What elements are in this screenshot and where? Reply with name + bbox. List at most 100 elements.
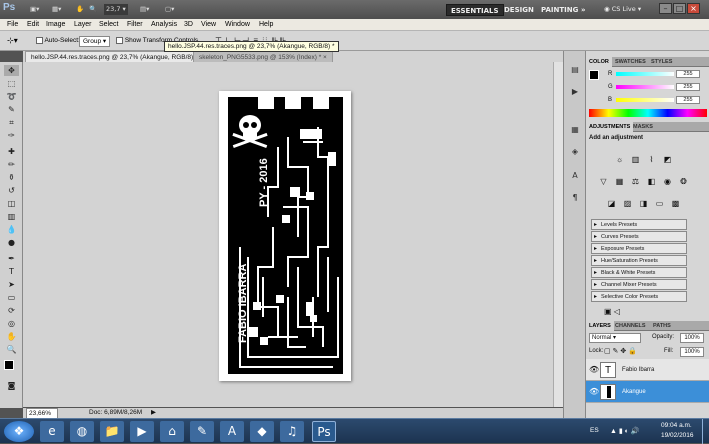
- photoshop-taskbar-icon[interactable]: Ps: [312, 421, 336, 442]
- channel-mixer-icon[interactable]: ❂: [678, 177, 689, 187]
- 3d-rotate-tool-icon[interactable]: ⟳: [4, 305, 19, 316]
- curves-icon[interactable]: ⌇: [646, 155, 657, 165]
- tab-styles[interactable]: STYLES: [648, 57, 675, 67]
- gradient-tool-icon[interactable]: ▥: [4, 211, 19, 222]
- layer-name[interactable]: Akangue: [622, 381, 646, 403]
- shape-tool-icon[interactable]: ▭: [4, 292, 19, 303]
- layer-row[interactable]: 👁 T Fabio Ibarra: [586, 359, 709, 381]
- eyedropper-tool-icon[interactable]: ✑: [4, 130, 19, 141]
- clone-stamp-tool-icon[interactable]: ⚱: [4, 172, 19, 183]
- red-gradient[interactable]: [616, 72, 674, 76]
- dodge-tool-icon[interactable]: ●: [4, 237, 19, 248]
- menu-edit[interactable]: Edit: [27, 19, 39, 31]
- quick-select-tool-icon[interactable]: ✎: [4, 104, 19, 115]
- lasso-tool-icon[interactable]: ➰: [4, 91, 19, 102]
- cs-live-button[interactable]: ◉ CS Live ▾: [604, 4, 641, 15]
- crop-tool-icon[interactable]: ⌗: [4, 117, 19, 128]
- brush-tool-icon[interactable]: ✏: [4, 159, 19, 170]
- tab-swatches[interactable]: SWATCHES: [612, 57, 649, 67]
- brightness-contrast-icon[interactable]: ☼: [614, 155, 625, 165]
- close-button[interactable]: ×: [687, 3, 700, 14]
- move-tool-icon[interactable]: ✥: [4, 65, 19, 76]
- menu-3d[interactable]: 3D: [184, 19, 193, 31]
- blue-value-input[interactable]: 255: [676, 96, 700, 104]
- menu-select[interactable]: Select: [99, 19, 118, 31]
- path-selection-tool-icon[interactable]: ➤: [4, 279, 19, 290]
- arrange-documents-icon[interactable]: ▤▾: [140, 4, 149, 15]
- blue-slider[interactable]: B 255: [608, 96, 708, 104]
- red-value-input[interactable]: 255: [676, 70, 700, 78]
- red-slider[interactable]: R 255: [608, 70, 708, 78]
- menu-filter[interactable]: Filter: [127, 19, 143, 31]
- preset-curves[interactable]: Curves Presets: [591, 231, 687, 242]
- paragraph-panel-icon[interactable]: ¶: [568, 193, 582, 204]
- type-tool-icon[interactable]: T: [4, 266, 19, 277]
- menu-layer[interactable]: Layer: [74, 19, 92, 31]
- minimize-button[interactable]: –: [659, 3, 672, 14]
- visibility-eye-icon[interactable]: 👁: [589, 381, 599, 403]
- language-indicator[interactable]: ES: [590, 427, 599, 434]
- invert-icon[interactable]: ◪: [606, 199, 617, 209]
- status-menu-arrow-icon[interactable]: ▶: [151, 408, 156, 418]
- black-white-icon[interactable]: ◧: [646, 177, 657, 187]
- healing-brush-tool-icon[interactable]: ✚: [4, 146, 19, 157]
- marquee-tool-icon[interactable]: ⬚: [4, 78, 19, 89]
- sketchup-icon[interactable]: ◆: [250, 421, 274, 442]
- auto-select-toggle[interactable]: Auto-Select:: [36, 36, 80, 45]
- bridge-icon[interactable]: ▣▾: [30, 4, 39, 15]
- green-slider[interactable]: G 255: [608, 83, 708, 91]
- opacity-input[interactable]: 100%: [680, 333, 704, 343]
- vertical-scrollbar[interactable]: [553, 62, 563, 407]
- photo-filter-icon[interactable]: ◉: [662, 177, 673, 187]
- auto-select-dropdown[interactable]: Group ▾: [79, 36, 111, 47]
- eraser-tool-icon[interactable]: ◫: [4, 198, 19, 209]
- history-panel-icon[interactable]: ▤: [568, 65, 582, 76]
- start-button-icon[interactable]: ❖: [4, 421, 34, 442]
- internet-explorer-icon[interactable]: e: [40, 421, 64, 442]
- threshold-icon[interactable]: ◨: [638, 199, 649, 209]
- tab-paths[interactable]: PATHS: [650, 321, 674, 331]
- preset-selective-color[interactable]: Selective Color Presets: [591, 291, 687, 302]
- quick-mask-icon[interactable]: ◙: [4, 380, 19, 391]
- pen-tool-icon[interactable]: ✒: [4, 253, 19, 264]
- navigator-icon[interactable]: ◈: [568, 147, 582, 158]
- show-desktop-button[interactable]: [702, 419, 709, 444]
- app-icon[interactable]: ⌂: [160, 421, 184, 442]
- show-transform-checkbox[interactable]: [116, 36, 123, 44]
- clock-date[interactable]: 19/02/2016: [661, 432, 694, 439]
- move-tool-preset-icon[interactable]: ⊹▾: [7, 36, 18, 45]
- auto-select-checkbox[interactable]: [36, 36, 43, 44]
- levels-icon[interactable]: ▥: [630, 155, 641, 165]
- workspace-design-button[interactable]: DESIGN: [500, 4, 538, 16]
- fill-input[interactable]: 100%: [680, 347, 704, 357]
- green-gradient[interactable]: [616, 85, 674, 89]
- document-tab-inactive[interactable]: skeleton_PNG5533.png @ 153% (Index) * ×: [193, 51, 333, 62]
- preset-channel-mixer[interactable]: Channel Mixer Presets: [591, 279, 687, 290]
- menu-file[interactable]: File: [7, 19, 18, 31]
- adjustment-footer-icons[interactable]: ▣ ◁: [604, 307, 620, 316]
- hue-saturation-icon[interactable]: ▦: [614, 177, 625, 187]
- blue-gradient[interactable]: [616, 98, 674, 102]
- zoom-level-control[interactable]: 23,7 ▾: [104, 4, 128, 15]
- menu-view[interactable]: View: [201, 19, 216, 31]
- selective-color-icon[interactable]: ▩: [670, 199, 681, 209]
- document-canvas[interactable]: FABIO IBARRA PY - 2016: [219, 91, 351, 381]
- gradient-map-icon[interactable]: ▭: [654, 199, 665, 209]
- media-player-icon[interactable]: ▶: [130, 421, 154, 442]
- autocad-icon[interactable]: A: [220, 421, 244, 442]
- close-tab-icon[interactable]: ×: [323, 54, 327, 61]
- character-panel-icon[interactable]: A: [568, 171, 582, 182]
- preset-levels[interactable]: Levels Presets: [591, 219, 687, 230]
- tab-adjustments[interactable]: ADJUSTMENTS: [586, 122, 634, 132]
- menu-analysis[interactable]: Analysis: [151, 19, 177, 31]
- preset-black-white[interactable]: Black & White Presets: [591, 267, 687, 278]
- tab-channels[interactable]: CHANNELS: [612, 321, 649, 331]
- file-explorer-icon[interactable]: 📁: [100, 421, 124, 442]
- paint-icon[interactable]: ✎: [190, 421, 214, 442]
- preset-exposure[interactable]: Exposure Presets: [591, 243, 687, 254]
- lock-icons[interactable]: ▢ ✎ ✥ 🔒: [604, 347, 637, 355]
- blur-tool-icon[interactable]: 💧: [4, 224, 19, 235]
- vibrance-icon[interactable]: ▽: [598, 177, 609, 187]
- preset-hue-saturation[interactable]: Hue/Saturation Presets: [591, 255, 687, 266]
- chrome-icon[interactable]: ◍: [70, 421, 94, 442]
